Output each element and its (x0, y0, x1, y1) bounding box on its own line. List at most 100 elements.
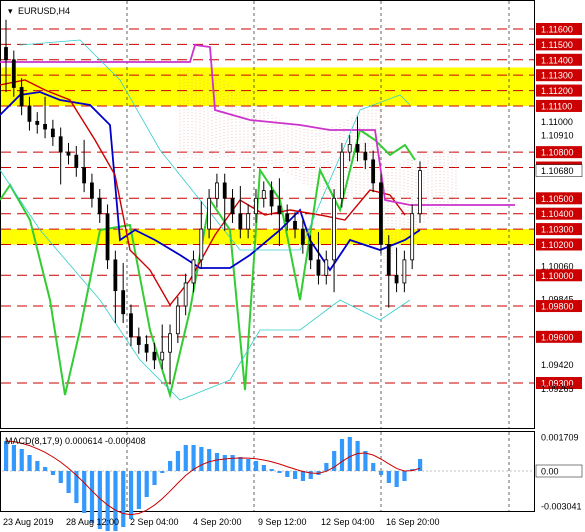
macd-bar (66, 471, 71, 493)
price-label: 1.10300 (541, 225, 574, 235)
candle-body (293, 220, 297, 230)
macd-bar (199, 447, 204, 471)
macd-bar (386, 471, 391, 483)
candle-body (58, 136, 63, 153)
candle-body (35, 120, 40, 125)
candle-body (191, 259, 196, 284)
macd-axis-label: 0.001709 (541, 433, 579, 443)
candle-body (363, 151, 368, 161)
macd-bar (308, 471, 313, 479)
macd-bar (293, 471, 298, 479)
candle-body (43, 124, 47, 130)
candle-body (347, 144, 352, 153)
candle-body (269, 190, 274, 207)
price-label: 1.10200 (541, 240, 574, 250)
candle-body (129, 313, 133, 338)
price-label: 1.11000 (541, 117, 573, 127)
price-label: 1.11500 (541, 40, 573, 50)
macd-bar (183, 445, 188, 471)
price-label: 1.10500 (541, 194, 574, 204)
candle-body (410, 213, 415, 261)
macd-bar (285, 471, 290, 477)
time-label: 9 Sep 12:00 (258, 517, 307, 527)
trading-chart[interactable]: 1.11600 1.11500 1.11400 1.11300 1.11200 1.111… (0, 0, 585, 532)
candle-body (300, 228, 305, 245)
macd-bar (246, 459, 251, 471)
macd-bar (347, 437, 352, 471)
price-axis: 1.11600 1.11500 1.11400 1.11300 1.11200 1.111… (535, 23, 583, 512)
candle-body (121, 290, 126, 315)
candle-body (136, 336, 141, 345)
candle-body (339, 151, 344, 199)
price-label: 1.10910 (541, 131, 574, 141)
macd-bar (11, 445, 17, 471)
yellow-zone (1, 229, 534, 245)
macd-bar (378, 471, 384, 475)
candle-body (50, 128, 55, 138)
macd-bar (363, 451, 368, 471)
price-label: 1.10000 (541, 271, 574, 281)
macd-axis-label: -0.003041 (541, 502, 582, 512)
time-label: 12 Sep 04:00 (321, 517, 375, 527)
macd-bar (58, 471, 63, 483)
macd-bar (418, 459, 423, 471)
macd-bar (27, 455, 32, 471)
candle-body (285, 213, 290, 222)
macd-bar (168, 461, 173, 471)
price-label: 1.11600 (541, 25, 573, 35)
macd-axis-label: 0.00 (541, 467, 559, 477)
candle-body (371, 159, 376, 184)
macd-bar (136, 471, 141, 509)
candle-body (19, 87, 24, 107)
candle-body (152, 351, 157, 361)
price-label: 1.09420 (541, 360, 574, 370)
candle-body (90, 182, 94, 199)
macd-bar (324, 463, 329, 471)
candle-body (316, 259, 321, 276)
price-label: 1.09600 (541, 332, 574, 342)
candle-body (246, 213, 251, 230)
macd-bar (144, 471, 149, 497)
candle-body (144, 344, 149, 353)
candle-body (74, 154, 79, 168)
candle-body (379, 182, 383, 245)
macd-bar (402, 471, 407, 481)
macd-bar (261, 465, 266, 471)
candle-body (332, 197, 336, 261)
time-axis: 23 Aug 2019 28 Aug 12:00 2 Sep 04:00 4 Sep … (3, 517, 440, 527)
candle-body (4, 47, 8, 61)
macd-bar (19, 449, 24, 471)
time-label: 2 Sep 04:00 (130, 517, 179, 527)
macd-bar (355, 441, 360, 471)
candle-body (66, 151, 71, 156)
price-label: 1.09265 (541, 384, 574, 394)
macd-bar (371, 463, 376, 471)
candle-body (97, 197, 102, 215)
macd-bar (128, 471, 134, 519)
time-label: 23 Aug 2019 (3, 517, 54, 527)
macd-bar (253, 461, 259, 471)
candle-body (355, 144, 360, 153)
price-label: 1.09800 (541, 302, 574, 312)
dropdown-triangle-icon[interactable]: ▾ (8, 6, 13, 16)
price-label: 1.11100 (541, 101, 572, 111)
time-label: 16 Sep 20:00 (386, 517, 440, 527)
macd-bar (394, 471, 399, 487)
candle-body (82, 167, 87, 184)
candle-body (394, 274, 399, 284)
candle-body (222, 182, 227, 199)
macd-label: MACD(8,17,9) 0.000614 -0.000408 (5, 436, 146, 446)
macd-bar (207, 449, 212, 471)
price-label: 1.11200 (541, 86, 573, 96)
macd-bar (35, 461, 40, 471)
macd-bar (238, 457, 243, 471)
candle-body (254, 197, 258, 215)
macd-bar (300, 471, 306, 481)
candle-body (113, 259, 118, 292)
candle-body (215, 182, 219, 199)
candle-body (11, 59, 16, 88)
macd-bar (121, 471, 126, 527)
candle-body (386, 244, 391, 276)
candle-body (277, 205, 282, 215)
macd-bar (191, 445, 196, 471)
